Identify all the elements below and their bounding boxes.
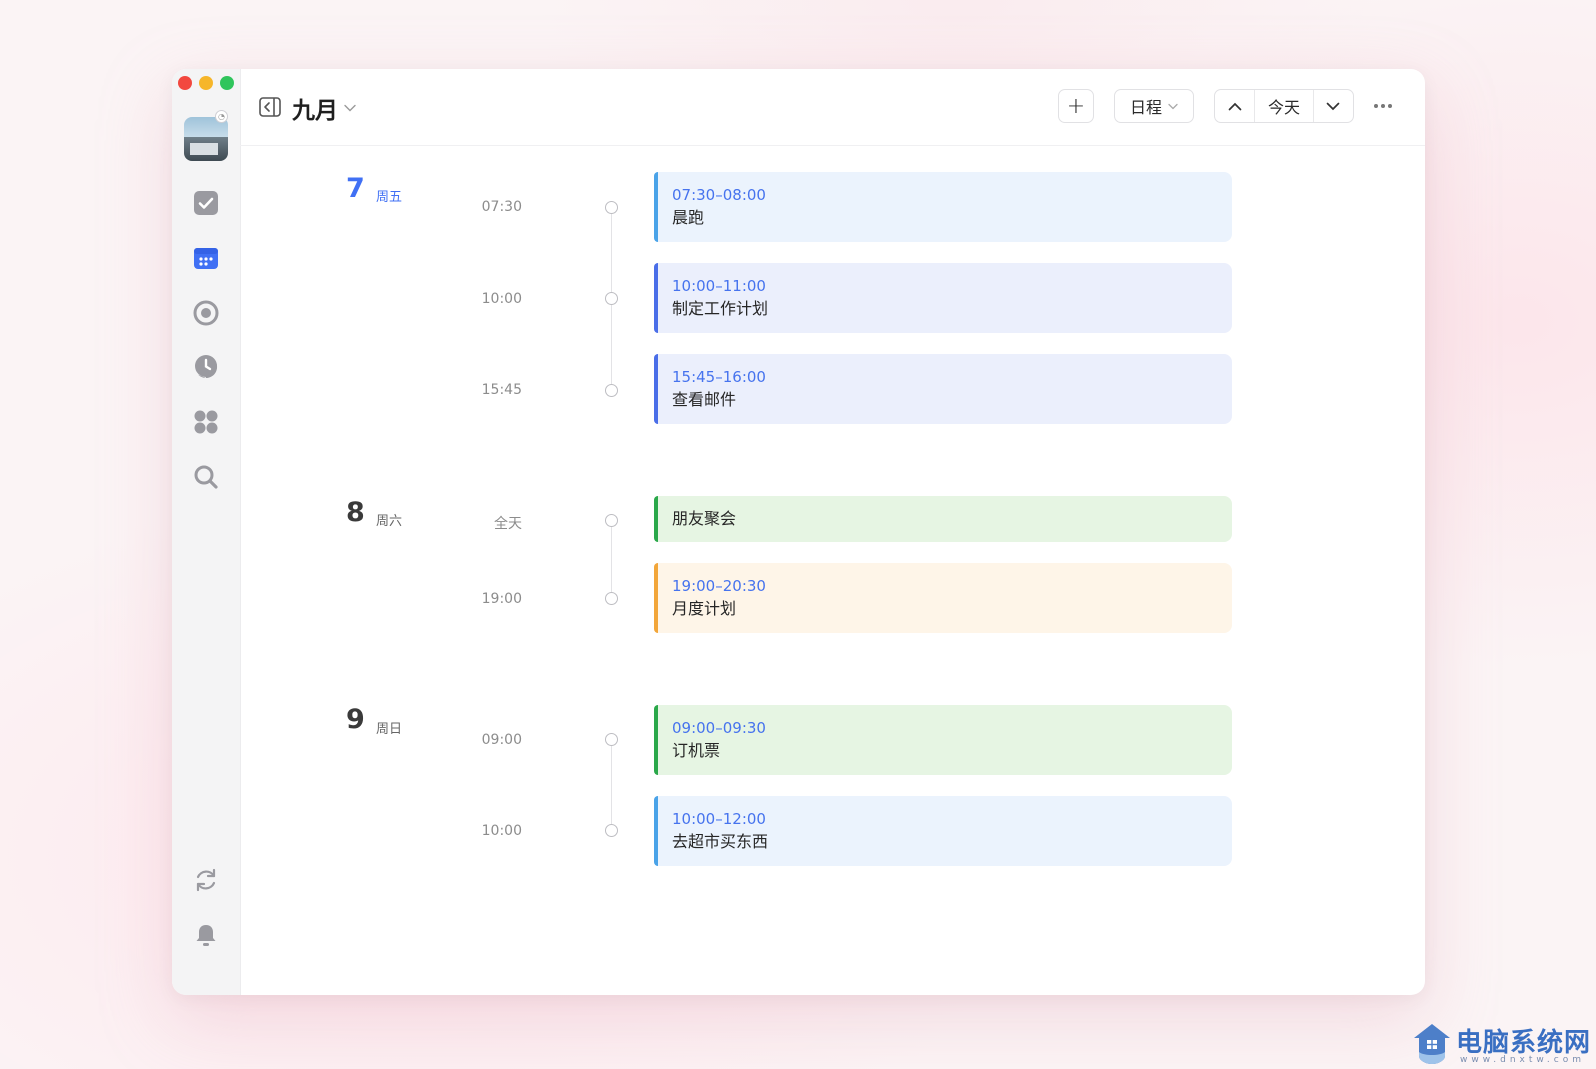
- watermark-text: 电脑系统网: [1456, 1028, 1592, 1058]
- event-title: 去超市买东西: [672, 832, 769, 851]
- sidebar-toggle-icon[interactable]: [259, 97, 281, 117]
- chevron-down-icon: [1326, 102, 1340, 110]
- zoom-window-button[interactable]: [220, 76, 234, 90]
- event-card[interactable]: 朋友聚会: [654, 496, 1232, 542]
- sidebar-item-focus[interactable]: [192, 299, 220, 327]
- sync-icon: [196, 868, 216, 892]
- timeline-connector: [611, 740, 612, 830]
- timeline-dot: [605, 514, 618, 527]
- day-weekday: 周六: [376, 514, 403, 529]
- timeline-dot: [605, 592, 618, 605]
- day-number: 9: [346, 704, 365, 735]
- event-time: 10:00–11:00: [672, 277, 766, 295]
- sidebar-item-pomodoro[interactable]: [192, 353, 220, 381]
- watermark: 电脑系统网 www.dnxtw.com: [1412, 1022, 1590, 1068]
- event-title: 晨跑: [672, 208, 705, 227]
- sync-button[interactable]: [192, 866, 220, 894]
- sidebar-item-tasks[interactable]: [192, 189, 220, 217]
- day-number: 8: [346, 497, 365, 528]
- timeline-dot: [605, 292, 618, 305]
- time-label: 07:30: [481, 199, 522, 215]
- timeline-dot: [605, 733, 618, 746]
- sidebar-item-search[interactable]: [192, 463, 220, 491]
- today-button[interactable]: 今天: [1255, 90, 1312, 122]
- event-title: 查看邮件: [672, 390, 737, 409]
- calendar-icon: [194, 248, 218, 269]
- chevron-down-icon: [344, 104, 356, 112]
- event-card[interactable]: 19:00–20:30 月度计划: [654, 563, 1232, 633]
- event-card[interactable]: 07:30–08:00 晨跑: [654, 172, 1232, 242]
- day-weekday: 周五: [376, 190, 403, 205]
- time-label: 10:00: [481, 823, 522, 839]
- more-options-button[interactable]: [1369, 95, 1397, 117]
- day-weekday: 周日: [376, 722, 403, 737]
- event-card[interactable]: 10:00–12:00 去超市买东西: [654, 796, 1232, 866]
- toolbar: 九月 + 日程 今天: [240, 69, 1425, 146]
- clock-icon: [195, 355, 218, 378]
- time-label: 09:00: [481, 732, 522, 748]
- sidebar: ◔: [172, 69, 241, 995]
- event-card[interactable]: 09:00–09:30 订机票: [654, 705, 1232, 775]
- time-label: 全天: [494, 516, 522, 532]
- timeline-dot: [605, 384, 618, 397]
- chevron-down-icon: [1168, 103, 1178, 109]
- app-window: ◔ 九月 + 日程 今天 7 周五 07:30 07:30–08:00 晨跑 1…: [172, 69, 1425, 995]
- day-number: 7: [346, 173, 365, 204]
- event-time: 07:30–08:00: [672, 186, 766, 204]
- timeline-dot: [605, 824, 618, 837]
- more-icon: [1374, 104, 1392, 108]
- event-time: 19:00–20:30: [672, 577, 766, 595]
- event-time: 09:00–09:30: [672, 719, 766, 737]
- event-card[interactable]: 10:00–11:00 制定工作计划: [654, 263, 1232, 333]
- time-label: 19:00: [481, 591, 522, 607]
- add-event-button[interactable]: +: [1058, 89, 1094, 123]
- minimize-window-button[interactable]: [199, 76, 213, 90]
- page-title: 九月: [292, 98, 338, 124]
- agenda-list: 7 周五 07:30 07:30–08:00 晨跑 10:00 10:00–11…: [240, 146, 1425, 995]
- date-navigator: 今天: [1214, 89, 1354, 123]
- event-card[interactable]: 15:45–16:00 查看邮件: [654, 354, 1232, 424]
- watermark-url: www.dnxtw.com: [1460, 1055, 1586, 1065]
- sidebar-item-apps[interactable]: [192, 408, 220, 436]
- bell-icon: [196, 925, 216, 946]
- chevron-up-icon: [1228, 102, 1242, 110]
- checkbox-icon: [194, 191, 218, 215]
- avatar[interactable]: [184, 117, 228, 161]
- previous-button[interactable]: [1215, 90, 1256, 122]
- month-selector[interactable]: 九月: [292, 91, 356, 125]
- event-time: 10:00–12:00: [672, 810, 766, 828]
- close-window-button[interactable]: [178, 76, 192, 90]
- house-logo-icon: [1414, 1024, 1450, 1064]
- search-icon: [194, 465, 218, 489]
- focus-target-icon: [193, 300, 219, 326]
- time-label: 10:00: [481, 291, 522, 307]
- notifications-button[interactable]: [192, 921, 220, 949]
- timeline-connector: [611, 521, 612, 599]
- event-time: 15:45–16:00: [672, 368, 766, 386]
- timeline-dot: [605, 201, 618, 214]
- event-title: 订机票: [672, 741, 721, 760]
- next-button[interactable]: [1312, 90, 1353, 122]
- event-title: 朋友聚会: [672, 509, 737, 528]
- time-label: 15:45: [481, 382, 522, 398]
- event-title: 制定工作计划: [672, 299, 769, 318]
- event-title: 月度计划: [672, 599, 737, 618]
- view-mode-label: 日程: [1129, 98, 1162, 117]
- sidebar-item-calendar[interactable]: [192, 244, 220, 272]
- view-mode-dropdown[interactable]: 日程: [1114, 89, 1194, 123]
- avatar-status-icon: ◔: [215, 110, 228, 123]
- apps-grid-icon: [194, 410, 218, 434]
